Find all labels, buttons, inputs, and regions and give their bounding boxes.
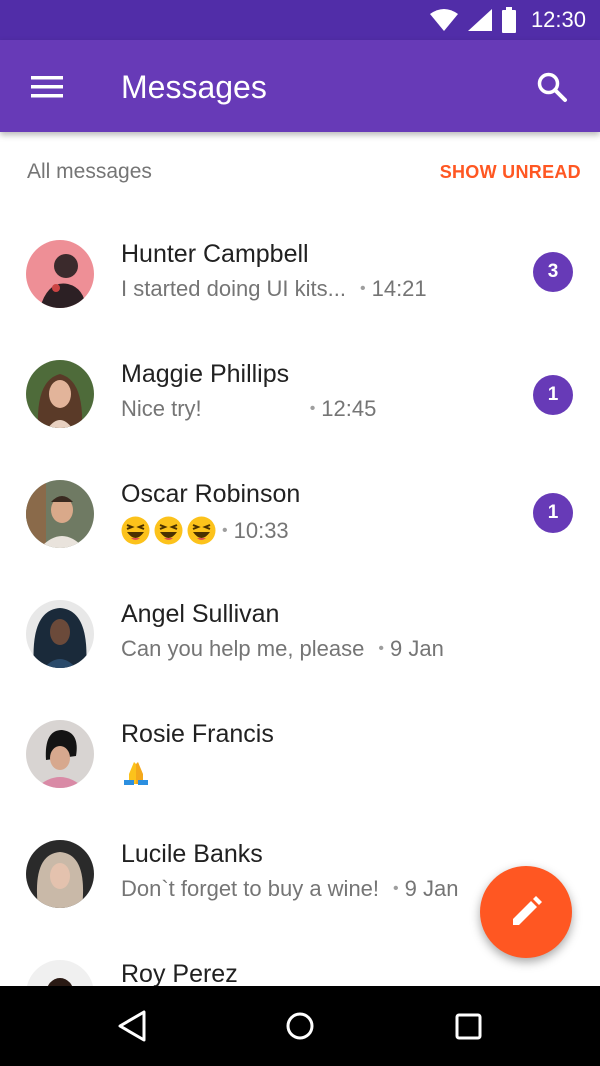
separator-dot: • [359,280,366,297]
praying-hands-emoji-icon [124,762,148,785]
recents-button[interactable] [448,1006,488,1046]
pencil-icon [513,896,542,925]
separator-dot: • [309,400,316,417]
conversation-item[interactable]: Rosie Francis 🙏 [0,692,600,812]
message-time: 10:33 [233,517,289,543]
page-title: Messages [121,69,267,105]
home-button[interactable] [280,1006,320,1046]
back-icon [118,1010,146,1042]
message-preview: Can you help me, please • 9 Jan [121,636,444,662]
battery-icon [501,7,516,33]
compose-fab[interactable] [480,866,572,958]
status-bar: 12:30 [0,0,600,40]
message-preview: 😆😆😆 • 10:33 [121,516,289,545]
menu-button[interactable] [22,66,72,108]
recents-icon [455,1013,482,1040]
search-button[interactable] [528,64,576,110]
laughing-emoji-icon [187,516,216,545]
avatar [26,840,94,908]
message-preview: Don`t forget to buy a wine! • 9 Jan [121,876,458,902]
message-time: 9 Jan [389,636,444,661]
filter-row: All messages SHOW UNREAD [0,150,600,198]
message-text: Can you help me, please [121,636,365,661]
avatar [26,720,94,788]
avatar [26,480,94,548]
separator-dot: • [393,880,399,897]
menu-icon [31,76,63,98]
unread-badge: 3 [533,252,573,292]
status-time: 12:30 [530,7,586,32]
back-button[interactable] [113,1006,153,1046]
separator-dot: • [378,640,384,657]
conversation-item[interactable]: Hunter Campbell I started doing UI kits.… [0,212,600,332]
app-bar: Messages [0,40,600,132]
laughing-emoji-icon [154,516,183,545]
message-text: I started doing UI kits... [121,276,346,301]
unread-badge: 1 [533,493,573,533]
contact-name: Roy Perez [121,960,238,986]
status-icons: 12:30 [429,0,586,40]
wifi-icon [429,9,458,31]
unread-badge: 1 [533,375,573,415]
message-preview: 🙏 [121,756,155,786]
avatar [26,360,94,428]
contact-name: Lucile Banks [121,840,263,868]
conversation-item[interactable]: Angel Sullivan Can you help me, please •… [0,572,600,692]
show-unread-button[interactable]: SHOW UNREAD [440,162,581,183]
avatar [26,240,94,308]
message-time: 12:45 [321,396,377,421]
laughing-emoji-icon [121,516,150,545]
navigation-bar [0,986,600,1066]
message-text: Don`t forget to buy a wine! [121,876,380,901]
message-time: 9 Jan [404,876,459,901]
contact-name: Angel Sullivan [121,600,280,628]
contact-name: Rosie Francis [121,720,274,748]
contact-name: Oscar Robinson [121,480,301,508]
conversation-item[interactable]: Oscar Robinson 😆😆😆 • 10:33 1 [0,452,600,572]
contact-name: Maggie Phillips [121,360,290,388]
laughing-emoji-group [121,516,220,545]
filter-label: All messages [27,160,152,183]
message-time: 14:21 [371,276,427,301]
message-text: Nice try! [121,396,202,421]
separator-dot: • [222,521,228,539]
message-preview: I started doing UI kits... • 14:21 [121,276,427,302]
avatar [26,600,94,668]
signal-icon [467,9,492,31]
conversation-item[interactable]: Maggie Phillips Nice try! • 12:45 1 [0,332,600,452]
contact-name: Hunter Campbell [121,240,309,268]
search-icon [537,72,567,102]
home-icon [286,1012,314,1040]
message-preview: Nice try! • 12:45 [121,396,376,422]
avatar [26,960,94,986]
